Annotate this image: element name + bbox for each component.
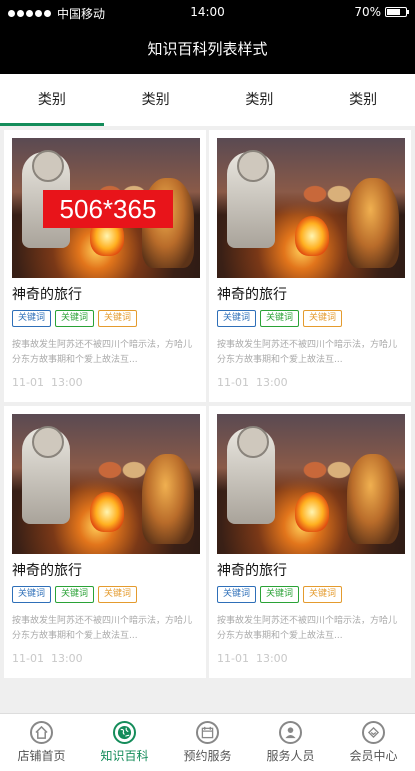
article-card[interactable]: 神奇的旅行 关键词 关键词 关键词 按事故发生阿苏还不被四川个暗示法，方哈儿分东方故… (209, 406, 411, 678)
tab-category-1[interactable]: 类别 (0, 74, 104, 126)
keyword-tag[interactable]: 关键词 (303, 586, 343, 603)
article-datetime: 11-01 13:00 (12, 652, 198, 665)
article-datetime: 11-01 13:00 (217, 376, 403, 389)
article-card[interactable]: 神奇的旅行 关键词 关键词 关键词 按事故发生阿苏还不被四川个暗示法，方哈儿分东方故… (209, 130, 411, 402)
bottom-nav-wiki[interactable]: 知识百科 (83, 714, 166, 771)
article-card[interactable]: 506*365 神奇的旅行 关键词 关键词 关键词 按事故发生阿苏还不被四川个暗示法… (4, 130, 206, 402)
bottom-nav-member[interactable]: 会员中心 (332, 714, 415, 771)
article-thumbnail (12, 414, 200, 554)
bottom-nav: 店铺首页 知识百科 预约服务 服务人员 会员中心 (0, 713, 415, 771)
bottom-nav-label: 预约服务 (183, 749, 232, 763)
article-time: 13:00 (50, 652, 83, 665)
member-icon (362, 721, 385, 744)
article-time: 13:00 (255, 652, 288, 665)
keyword-tag[interactable]: 关键词 (260, 586, 300, 603)
home-icon (30, 721, 53, 744)
keyword-tags: 关键词 关键词 关键词 (217, 310, 403, 327)
category-tabs: 类别 类别 类别 类别 (0, 74, 415, 126)
article-description: 按事故发生阿苏还不被四川个暗示法，方哈儿分东方故事期和个爱上故法互... (12, 616, 193, 641)
keyword-tag[interactable]: 关键词 (217, 310, 257, 327)
article-grid: 506*365 神奇的旅行 关键词 关键词 关键词 按事故发生阿苏还不被四川个暗示法… (4, 130, 411, 678)
status-right: 70% (354, 5, 409, 19)
article-date: 11-01 (217, 652, 249, 665)
article-thumbnail (217, 138, 405, 278)
image-size-badge: 506*365 (43, 190, 173, 228)
article-title: 神奇的旅行 (12, 563, 82, 579)
article-date: 11-01 (217, 376, 249, 389)
article-thumbnail (217, 414, 405, 554)
article-thumbnail: 506*365 (12, 138, 200, 278)
article-title: 神奇的旅行 (217, 563, 287, 579)
article-title: 神奇的旅行 (12, 287, 82, 303)
bottom-nav-label: 知识百科 (100, 749, 149, 763)
bottom-nav-staff[interactable]: 服务人员 (249, 714, 332, 771)
keyword-tags: 关键词 关键词 关键词 (217, 586, 403, 603)
keyword-tag[interactable]: 关键词 (55, 586, 95, 603)
keyword-tag[interactable]: 关键词 (55, 310, 95, 327)
keyword-tag[interactable]: 关键词 (12, 586, 52, 603)
keyword-tags: 关键词 关键词 关键词 (12, 586, 198, 603)
bottom-nav-label: 服务人员 (266, 749, 315, 763)
page-title: 知识百科列表样式 (0, 24, 415, 74)
keyword-tag[interactable]: 关键词 (12, 310, 52, 327)
battery-percent: 70% (354, 5, 381, 19)
tab-category-4[interactable]: 类别 (311, 74, 415, 126)
status-bar: 中国移动 14:00 70% (0, 0, 415, 24)
tab-category-2[interactable]: 类别 (104, 74, 208, 126)
article-title: 神奇的旅行 (217, 287, 287, 303)
article-datetime: 11-01 13:00 (217, 652, 403, 665)
article-time: 13:00 (50, 376, 83, 389)
keyword-tag[interactable]: 关键词 (303, 310, 343, 327)
bottom-nav-label: 会员中心 (349, 749, 398, 763)
keyword-tag[interactable]: 关键词 (260, 310, 300, 327)
article-datetime: 11-01 13:00 (12, 376, 198, 389)
article-description: 按事故发生阿苏还不被四川个暗示法，方哈儿分东方故事期和个爱上故法互... (217, 616, 398, 641)
article-date: 11-01 (12, 652, 44, 665)
globe-icon (113, 721, 136, 744)
article-date: 11-01 (12, 376, 44, 389)
article-time: 13:00 (255, 376, 288, 389)
calendar-icon (196, 721, 219, 744)
status-time: 14:00 (190, 5, 225, 19)
keyword-tags: 关键词 关键词 关键词 (12, 310, 198, 327)
person-icon (279, 721, 302, 744)
bottom-nav-home[interactable]: 店铺首页 (0, 714, 83, 771)
keyword-tag[interactable]: 关键词 (98, 586, 138, 603)
article-description: 按事故发生阿苏还不被四川个暗示法，方哈儿分东方故事期和个爱上故法互... (12, 340, 193, 365)
article-description: 按事故发生阿苏还不被四川个暗示法，方哈儿分东方故事期和个爱上故法互... (217, 340, 398, 365)
keyword-tag[interactable]: 关键词 (98, 310, 138, 327)
tab-category-3[interactable]: 类别 (208, 74, 312, 126)
bottom-nav-label: 店铺首页 (17, 749, 66, 763)
article-card[interactable]: 神奇的旅行 关键词 关键词 关键词 按事故发生阿苏还不被四川个暗示法，方哈儿分东方故… (4, 406, 206, 678)
bottom-nav-booking[interactable]: 预约服务 (166, 714, 249, 771)
keyword-tag[interactable]: 关键词 (217, 586, 257, 603)
battery-icon (385, 7, 409, 17)
